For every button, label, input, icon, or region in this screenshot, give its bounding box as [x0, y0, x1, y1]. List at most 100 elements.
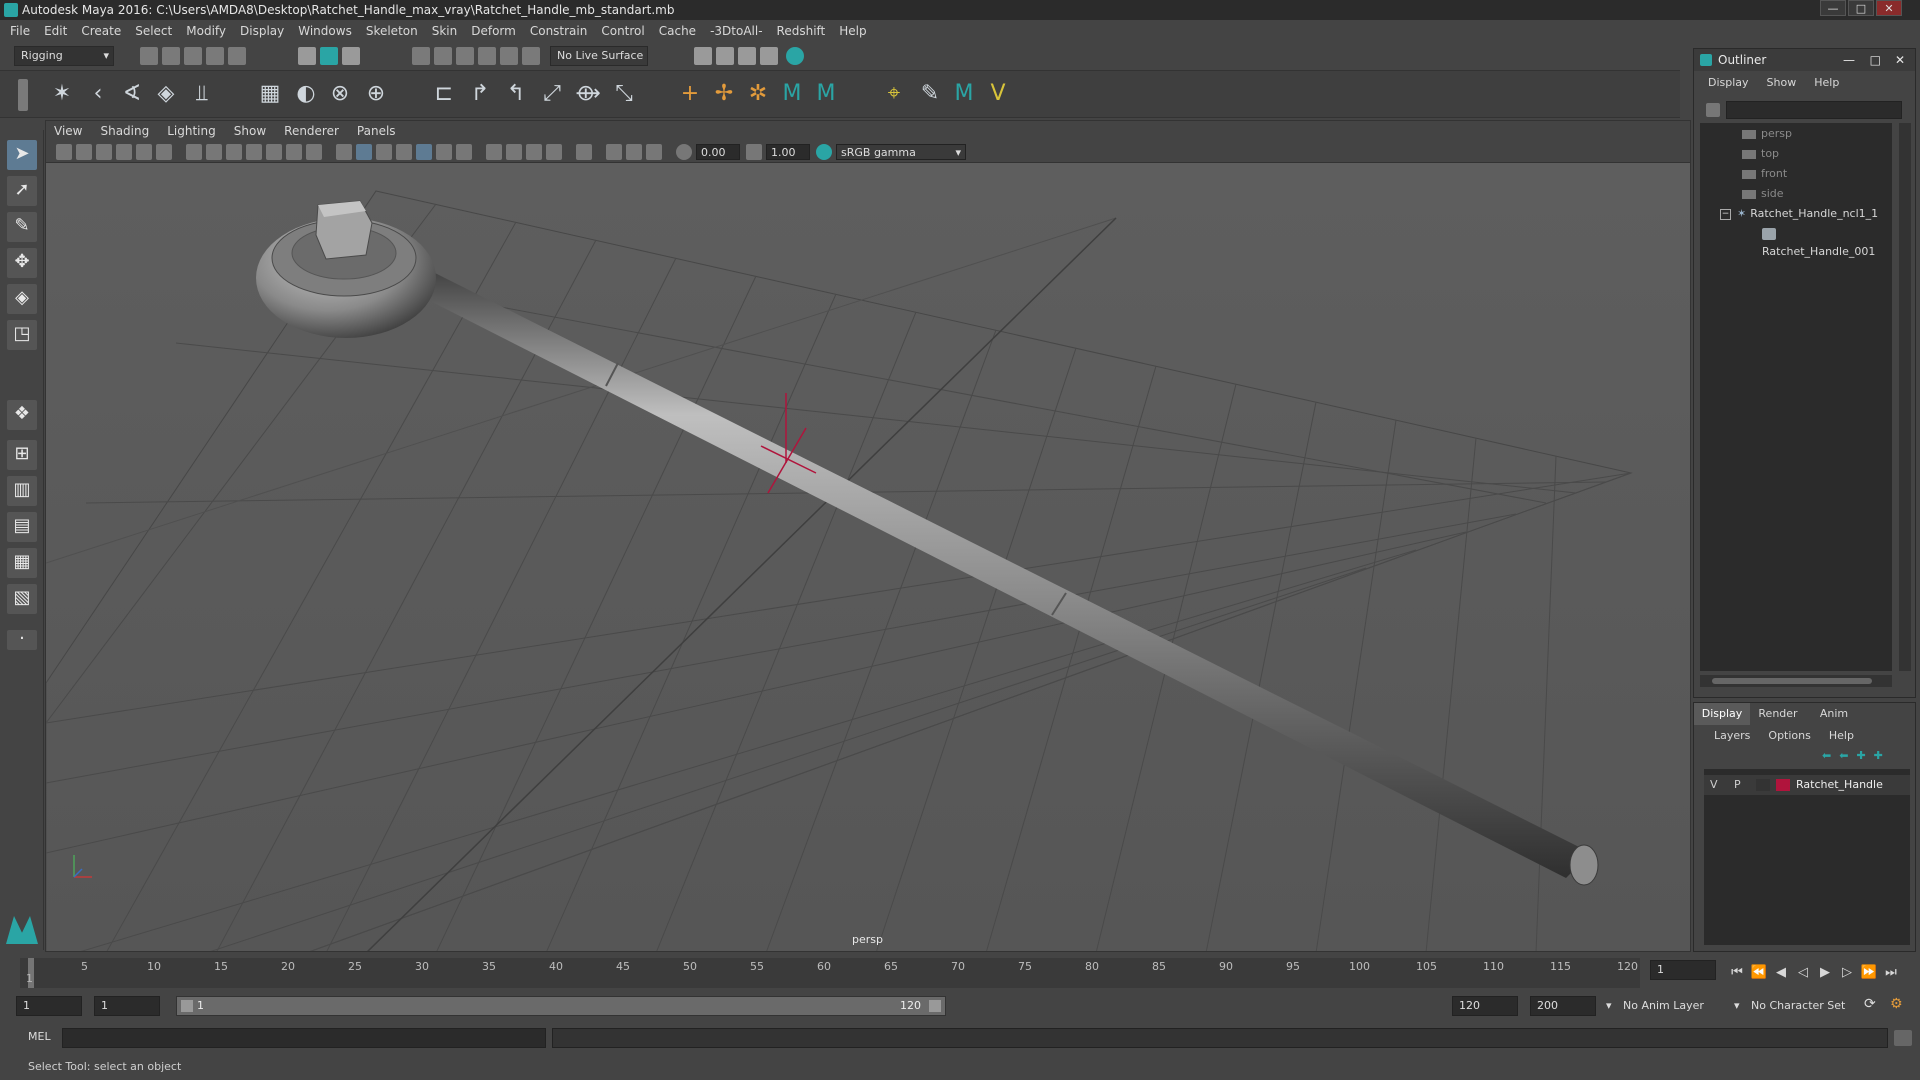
screen-space-ao-icon[interactable]: [486, 144, 502, 160]
playback-end-field[interactable]: 120: [1452, 996, 1518, 1016]
play-backward-icon[interactable]: ◁: [1794, 964, 1812, 982]
anim-layer-dropdown[interactable]: ▾ No Anim Layer: [1606, 996, 1726, 1016]
textured-icon[interactable]: [416, 144, 432, 160]
ik-spline-icon[interactable]: ∢: [118, 81, 146, 109]
layout-single-icon[interactable]: ❖: [7, 400, 37, 430]
outliner-item-side[interactable]: side: [1742, 185, 1784, 203]
menu-file[interactable]: File: [10, 24, 30, 38]
script-v-icon[interactable]: V: [984, 81, 1012, 109]
redo-icon[interactable]: [228, 47, 246, 65]
outliner-item-group[interactable]: − ✶ Ratchet_Handle_ncl1_1: [1720, 205, 1878, 223]
close-button[interactable]: ✕: [1876, 0, 1902, 16]
outliner-menu-show[interactable]: Show: [1767, 76, 1797, 89]
playback-start-field[interactable]: 1: [94, 996, 160, 1016]
layer-color-swatch[interactable]: [1776, 779, 1790, 791]
outliner-horizontal-scrollbar[interactable]: [1700, 675, 1892, 687]
layer-menu-help[interactable]: Help: [1829, 729, 1854, 742]
snap-curve-icon[interactable]: [434, 47, 452, 65]
viewport-scene[interactable]: [46, 163, 1691, 952]
depth-of-field-icon[interactable]: [546, 144, 562, 160]
minimize-button[interactable]: —: [1820, 0, 1846, 16]
outliner-menu-help[interactable]: Help: [1814, 76, 1839, 89]
wireframe-icon[interactable]: [336, 144, 352, 160]
step-back-key-icon[interactable]: ⏪: [1750, 964, 1768, 982]
render-frame-icon[interactable]: [716, 47, 734, 65]
snap-grid-icon[interactable]: [412, 47, 430, 65]
move-layer-up-icon[interactable]: ⬅: [1822, 749, 1831, 762]
outliner-scroll-thumb[interactable]: [1712, 678, 1872, 684]
maya-script-icon-1[interactable]: M: [778, 81, 806, 109]
add-attribute-icon[interactable]: ✢: [710, 81, 738, 109]
range-slider-bar[interactable]: 1 120: [176, 996, 946, 1016]
outliner-item-front[interactable]: front: [1742, 165, 1787, 183]
menu-deform[interactable]: Deform: [471, 24, 516, 38]
layer-row[interactable]: V P Ratchet_Handle: [1704, 775, 1910, 795]
layout-hypershade-icon[interactable]: ▧: [7, 584, 37, 614]
menu-3dtoall[interactable]: -3DtoAll-: [710, 24, 762, 38]
gamma-field[interactable]: 1.00: [766, 144, 810, 160]
scale-constraint-icon[interactable]: ⤢: [538, 81, 566, 109]
tab-display[interactable]: Display: [1694, 703, 1750, 725]
tab-anim[interactable]: Anim: [1806, 703, 1862, 725]
outliner-menu-display[interactable]: Display: [1708, 76, 1749, 89]
script-editor-icon[interactable]: [1894, 1030, 1912, 1046]
mirror-joint-icon[interactable]: ⫫: [188, 81, 216, 109]
locator-icon[interactable]: +: [676, 81, 704, 109]
safe-action-icon[interactable]: [286, 144, 302, 160]
menu-skeleton[interactable]: Skeleton: [366, 24, 418, 38]
outliner-item-top[interactable]: top: [1742, 145, 1779, 163]
vp-menu-show[interactable]: Show: [234, 124, 266, 138]
lattice-icon[interactable]: ⊗: [326, 81, 354, 109]
layer-menu-options[interactable]: Options: [1768, 729, 1810, 742]
joint-tool-icon[interactable]: ✶: [48, 81, 76, 109]
resolution-gate-icon[interactable]: [226, 144, 242, 160]
tab-render[interactable]: Render: [1750, 703, 1806, 725]
menu-skin[interactable]: Skin: [432, 24, 458, 38]
delete-history-icon[interactable]: ✎: [916, 81, 944, 109]
snap-view-icon[interactable]: [478, 47, 496, 65]
new-scene-icon[interactable]: [140, 47, 158, 65]
vp-menu-shading[interactable]: Shading: [100, 124, 149, 138]
wireframe-on-shaded-icon[interactable]: [396, 144, 412, 160]
layer-menu-layers[interactable]: Layers: [1714, 729, 1750, 742]
point-constraint-icon[interactable]: ⊏: [430, 81, 458, 109]
live-surface-field[interactable]: No Live Surface: [550, 46, 648, 66]
maya-script-icon-2[interactable]: M: [812, 81, 840, 109]
image-plane-icon[interactable]: [116, 144, 132, 160]
save-scene-icon[interactable]: [184, 47, 202, 65]
range-handle-left[interactable]: [181, 1000, 193, 1012]
bookmark-icon[interactable]: [96, 144, 112, 160]
animation-start-field[interactable]: 1: [16, 996, 82, 1016]
paint-weights-icon[interactable]: ◐: [292, 81, 320, 109]
anti-aliasing-icon[interactable]: [526, 144, 542, 160]
layer-display-type[interactable]: [1756, 779, 1770, 791]
outliner-minimize-icon[interactable]: —: [1843, 49, 1855, 71]
command-input[interactable]: [62, 1028, 546, 1048]
pole-vector-icon[interactable]: ⤡: [610, 81, 638, 109]
outliner-search-input[interactable]: [1726, 101, 1902, 119]
snap-surface-icon[interactable]: [500, 47, 518, 65]
outliner-item-persp[interactable]: persp: [1742, 125, 1792, 143]
layer-visibility-toggle[interactable]: V: [1710, 775, 1718, 795]
layer-playback-toggle[interactable]: P: [1734, 775, 1741, 795]
exposure-icon[interactable]: [676, 144, 692, 160]
scale-tool-icon[interactable]: ◳: [7, 320, 37, 350]
select-tool-icon[interactable]: ➤: [7, 140, 37, 170]
open-scene-icon[interactable]: [162, 47, 180, 65]
auto-key-icon[interactable]: ⟳: [1864, 996, 1882, 1014]
select-hierarchy-icon[interactable]: [298, 47, 316, 65]
layout-graph-icon[interactable]: ▦: [7, 548, 37, 578]
aim-constraint-icon[interactable]: ↱: [466, 81, 494, 109]
layer-name[interactable]: Ratchet_Handle: [1796, 775, 1883, 795]
shelf-options-icon[interactable]: [18, 79, 28, 111]
xray-joints-icon[interactable]: [626, 144, 642, 160]
undo-icon[interactable]: [206, 47, 224, 65]
menu-select[interactable]: Select: [135, 24, 172, 38]
ik-handle-icon[interactable]: ‹: [84, 81, 112, 109]
rotate-tool-icon[interactable]: ◈: [7, 284, 37, 314]
layout-outliner-icon[interactable]: ▤: [7, 512, 37, 542]
film-gate-icon[interactable]: [206, 144, 222, 160]
layout-two-icon[interactable]: ▥: [7, 476, 37, 506]
new-layer-icon[interactable]: ✚: [1856, 749, 1865, 762]
range-handle-right[interactable]: [929, 1000, 941, 1012]
